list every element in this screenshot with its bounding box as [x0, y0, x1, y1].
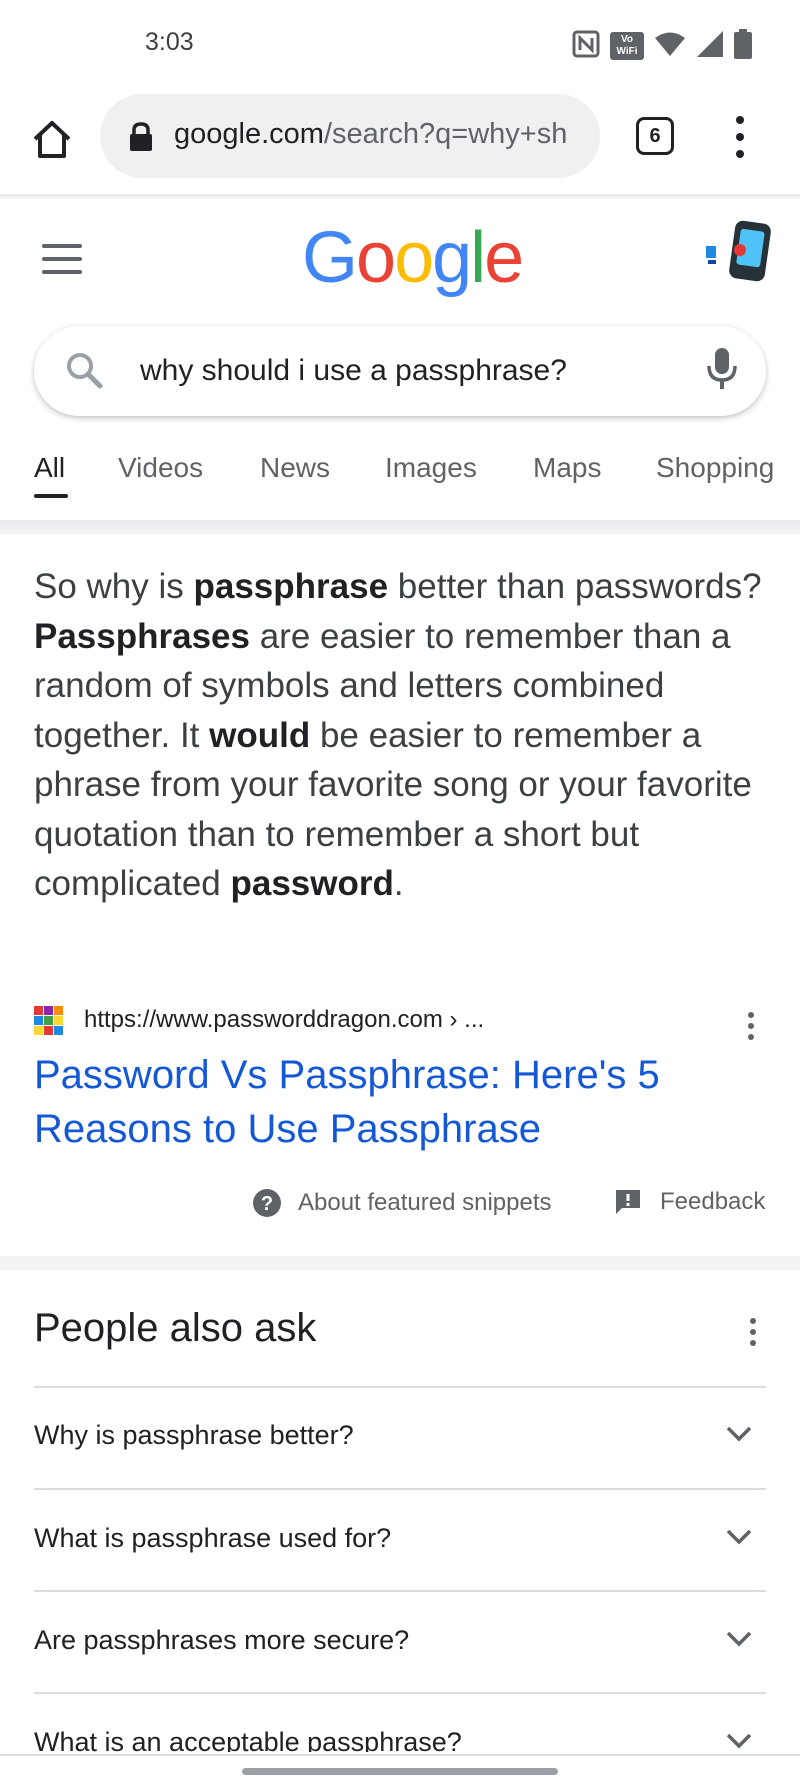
tab-images[interactable]: Images	[385, 452, 477, 484]
bottom-divider	[0, 1754, 800, 1756]
avatar[interactable]	[702, 216, 782, 286]
snippet-text: better than passwords?	[388, 567, 762, 606]
logo-letter: o	[356, 218, 396, 298]
svg-text:?: ?	[261, 1193, 273, 1215]
status-time: 3:03	[145, 28, 194, 56]
dot-icon	[750, 1340, 756, 1346]
chevron-down-icon[interactable]	[726, 1733, 752, 1754]
snippet-bold-text: passphrase	[193, 567, 389, 606]
divider	[34, 1590, 766, 1592]
dot-icon	[736, 116, 744, 124]
logo-letter: e	[484, 218, 524, 298]
tab-news[interactable]: News	[260, 452, 330, 484]
status-icons: Vo WiFi	[572, 28, 752, 64]
snippet-text: So why is	[34, 567, 194, 606]
paa-options-button[interactable]	[750, 1318, 758, 1346]
featured-snippet-text: So why is passphrase better than passwor…	[34, 562, 774, 909]
snippet-bold-text: Passphrases	[34, 616, 250, 656]
result-title-link[interactable]: Password Vs Passphrase: Here's 5 Reasons…	[34, 1048, 754, 1156]
feedback-icon	[616, 1190, 640, 1214]
search-icon	[64, 350, 104, 395]
url-path: /search?q=why+sh	[323, 118, 568, 150]
search-box[interactable]: why should i use a passphrase?	[34, 326, 766, 416]
menu-line	[42, 270, 82, 274]
feedback-label: Feedback	[660, 1188, 766, 1215]
snippet-text: .	[393, 864, 404, 903]
snippet-bold-text: password	[230, 864, 394, 903]
divider	[34, 1692, 766, 1694]
chevron-down-icon[interactable]	[726, 1426, 752, 1447]
about-snippets-label: About featured snippets	[298, 1189, 552, 1216]
tab-all[interactable]: All	[34, 452, 65, 484]
tab-maps[interactable]: Maps	[533, 452, 601, 484]
browser-menu-button[interactable]	[728, 116, 752, 158]
address-bar[interactable]: google.com/search?q=why+sh	[100, 94, 600, 178]
dot-icon	[750, 1318, 756, 1324]
tab-videos[interactable]: Videos	[118, 452, 203, 484]
paa-question[interactable]: Why is passphrase better?	[34, 1420, 354, 1451]
help-icon: ?	[253, 1189, 281, 1217]
logo-letter: G	[302, 218, 358, 298]
dot-icon	[748, 1012, 754, 1018]
vowifi-top-text: Vo	[620, 34, 634, 45]
battery-icon	[734, 28, 752, 64]
main-menu-button[interactable]	[42, 244, 82, 274]
tab-shopping[interactable]: Shopping	[656, 452, 784, 484]
menu-line	[42, 244, 82, 248]
dot-icon	[750, 1329, 756, 1335]
dot-icon	[748, 1034, 754, 1040]
tab-switcher-button[interactable]: 6	[636, 117, 674, 155]
dot-icon	[748, 1023, 754, 1029]
search-input[interactable]: why should i use a passphrase?	[140, 354, 567, 388]
dot-icon	[736, 150, 744, 158]
microphone-icon[interactable]	[706, 346, 738, 397]
url-domain: google.com	[174, 118, 324, 150]
feedback-link[interactable]: Feedback	[614, 1188, 765, 1216]
vowifi-bottom-text: WiFi	[616, 46, 638, 57]
logo-letter: l	[470, 218, 486, 298]
section-divider	[0, 1256, 800, 1270]
snippet-bold-text: would	[209, 715, 311, 755]
divider	[34, 1488, 766, 1490]
menu-line	[42, 257, 82, 261]
about-snippets-link[interactable]: ? About featured snippets	[252, 1188, 552, 1218]
cell-signal-icon	[696, 30, 724, 63]
active-tab-indicator	[34, 494, 68, 498]
vowifi-icon: Vo WiFi	[610, 32, 644, 60]
paa-question[interactable]: What is passphrase used for?	[34, 1523, 391, 1554]
logo-letter: o	[394, 218, 434, 298]
result-options-button[interactable]	[748, 1012, 756, 1040]
logo-letter: g	[432, 218, 472, 298]
paa-question[interactable]: Are passphrases more secure?	[34, 1625, 409, 1656]
google-logo[interactable]: Google	[302, 222, 524, 294]
toolbar-shadow	[0, 194, 800, 200]
wifi-icon	[654, 31, 686, 62]
site-favicon	[34, 1006, 64, 1036]
chevron-down-icon[interactable]	[726, 1631, 752, 1652]
divider	[34, 1386, 766, 1388]
home-icon	[33, 121, 71, 158]
nfc-icon	[572, 30, 600, 63]
url-text: google.com/search?q=why+sh	[174, 118, 567, 151]
dot-icon	[736, 133, 744, 141]
tabs-divider	[0, 520, 800, 534]
gesture-navigation-bar[interactable]	[242, 1768, 558, 1775]
home-button[interactable]	[26, 113, 78, 165]
source-url[interactable]: https://www.passworddragon.com › ...	[84, 1006, 484, 1034]
people-also-ask-title: People also ask	[34, 1306, 317, 1350]
chevron-down-icon[interactable]	[726, 1529, 752, 1550]
lock-icon	[128, 122, 154, 157]
